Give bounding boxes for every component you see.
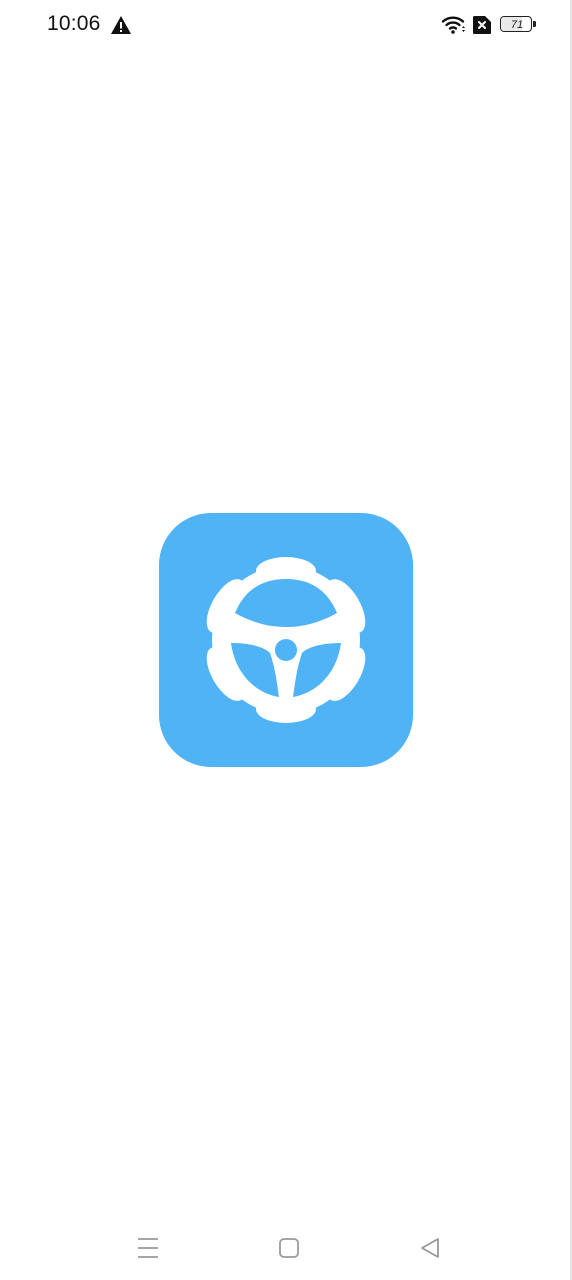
- battery-tip: [533, 21, 536, 27]
- status-bar: 10:06 71: [0, 0, 572, 52]
- navigation-bar: [0, 1216, 572, 1280]
- battery-level: 71: [510, 19, 524, 31]
- home-icon: [279, 1238, 299, 1258]
- splash-screen: 10:06 71: [0, 0, 572, 1280]
- back-button[interactable]: [410, 1228, 450, 1268]
- warning-icon: [110, 15, 132, 35]
- wifi-icon: [441, 14, 467, 36]
- app-logo: [159, 513, 413, 767]
- back-icon: [421, 1238, 439, 1258]
- battery-body: 71: [500, 16, 532, 32]
- status-time: 10:06: [47, 12, 101, 35]
- menu-button[interactable]: [128, 1228, 168, 1268]
- battery-icon: 71: [500, 16, 538, 36]
- steering-wheel-gear-icon: [206, 557, 366, 723]
- home-button[interactable]: [269, 1228, 309, 1268]
- menu-icon: [138, 1238, 158, 1258]
- no-sim-icon: [472, 15, 492, 35]
